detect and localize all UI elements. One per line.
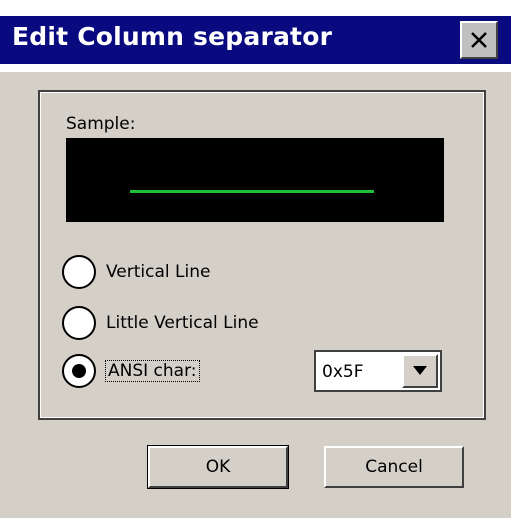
title-bar-band: Edit Column separator: [0, 16, 511, 64]
title-bar: Edit Column separator: [0, 0, 511, 72]
ansi-char-select[interactable]: 0x5F: [314, 350, 442, 392]
ok-button[interactable]: OK: [147, 445, 289, 489]
sample-line: [130, 190, 374, 193]
chevron-down-icon: [413, 366, 427, 375]
edit-column-separator-dialog: Edit Column separator Sample: Vertical L…: [0, 0, 511, 518]
radio-selected-dot: [72, 364, 86, 378]
radio-label-little-vertical-line: Little Vertical Line: [106, 313, 259, 333]
radio-ansi-char[interactable]: [62, 354, 96, 388]
ansi-char-value: 0x5F: [322, 362, 364, 382]
dropdown-button[interactable]: [402, 354, 438, 388]
cancel-button[interactable]: Cancel: [324, 446, 464, 488]
radio-little-vertical-line[interactable]: [62, 306, 96, 340]
radio-label-ansi-char: ANSI char:: [105, 360, 200, 382]
close-button[interactable]: [460, 21, 498, 59]
dialog-title: Edit Column separator: [12, 22, 333, 51]
close-icon: [471, 32, 487, 48]
radio-label-vertical-line: Vertical Line: [106, 262, 211, 282]
sample-preview: [66, 138, 444, 222]
radio-vertical-line[interactable]: [62, 255, 96, 289]
sample-label: Sample:: [66, 114, 136, 134]
